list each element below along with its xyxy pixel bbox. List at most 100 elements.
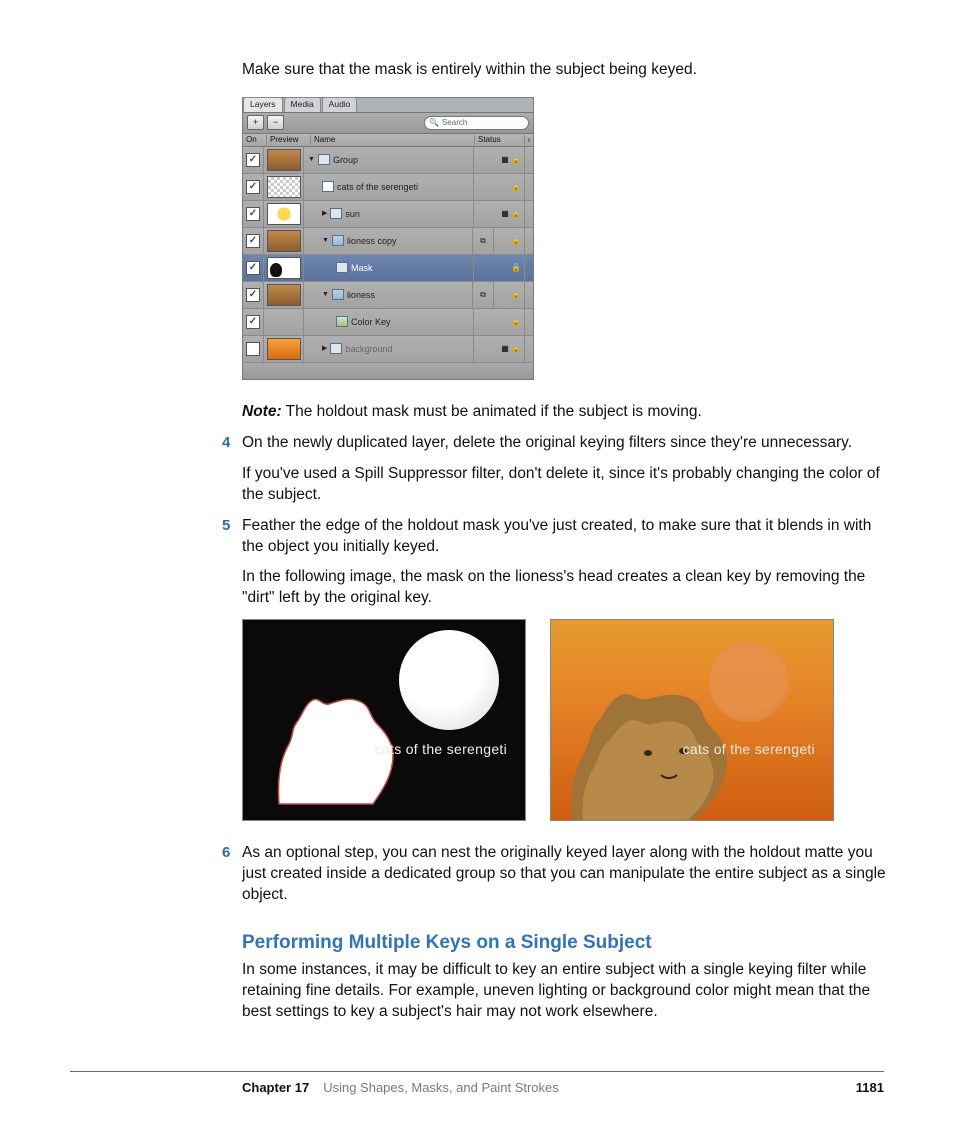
note-label: Note: xyxy=(242,403,282,420)
text-icon xyxy=(322,181,334,192)
checkbox[interactable]: ✓ xyxy=(246,261,260,275)
checkbox[interactable]: ✓ xyxy=(246,153,260,167)
result-images-row: cats of the serengeti cats of the sereng… xyxy=(242,619,892,821)
row-group[interactable]: ✓ ▼ Group ▦ 🔒 xyxy=(243,147,533,174)
row-sun[interactable]: ✓ ▶ sun ▦ 🔒 xyxy=(243,201,533,228)
stack-icon: ▦ xyxy=(501,210,509,218)
thumb-mask xyxy=(267,257,301,279)
disclosure-triangle-icon[interactable]: ▶ xyxy=(322,344,327,353)
checkbox[interactable]: ✓ xyxy=(246,234,260,248)
chapter-title: Using Shapes, Masks, and Paint Strokes xyxy=(323,1080,559,1095)
stack-icon: ▦ xyxy=(501,156,509,164)
row-background[interactable]: ▶ background ▦ 🔒 xyxy=(243,336,533,363)
content-column: Make sure that the mask is entirely with… xyxy=(242,60,892,1022)
row-color-key[interactable]: ✓ Color Key 🔒 xyxy=(243,309,533,336)
page-footer: Chapter 17 Using Shapes, Masks, and Pain… xyxy=(70,1071,884,1095)
checkbox[interactable]: ✓ xyxy=(246,288,260,302)
lock-icon: 🔒 xyxy=(512,210,520,218)
checkbox[interactable]: ✓ xyxy=(246,180,260,194)
thumb-group xyxy=(267,149,301,171)
result-image-composite: cats of the serengeti xyxy=(550,619,834,821)
note-paragraph: Note: The holdout mask must be animated … xyxy=(242,402,892,423)
thumb-sun xyxy=(267,203,301,225)
row-label: background xyxy=(345,343,392,355)
page-number: 1181 xyxy=(856,1080,884,1095)
intro-paragraph: Make sure that the mask is entirely with… xyxy=(242,60,892,81)
step-number: 5 xyxy=(222,516,230,536)
disclosure-triangle-icon[interactable]: ▶ xyxy=(322,209,327,218)
row-title-text[interactable]: ✓ cats of the serengeti 🔒 xyxy=(243,174,533,201)
section-heading: Performing Multiple Keys on a Single Sub… xyxy=(242,930,892,956)
lock-icon: 🔒 xyxy=(512,264,520,272)
step-4-p2: If you've used a Spill Suppressor filter… xyxy=(242,464,892,506)
search-field[interactable]: 🔍 Search xyxy=(424,116,529,130)
row-lioness-copy[interactable]: ✓ ▼ lioness copy ⧉ 🔒 xyxy=(243,228,533,255)
step-6: 6 As an optional step, you can nest the … xyxy=(242,843,892,906)
col-preview: Preview xyxy=(267,135,311,146)
row-label: Mask xyxy=(351,262,373,274)
col-on: On xyxy=(243,135,267,146)
col-expand: › xyxy=(525,135,533,146)
lock-icon: 🔒 xyxy=(512,345,520,353)
step-number: 4 xyxy=(222,433,230,453)
step-5-p1: Feather the edge of the holdout mask you… xyxy=(242,516,892,558)
result-caption: cats of the serengeti xyxy=(375,740,507,759)
group-icon xyxy=(330,343,342,354)
col-status: Status xyxy=(475,135,525,146)
search-icon: 🔍 xyxy=(429,118,439,129)
checkbox[interactable]: ✓ xyxy=(246,207,260,221)
step-6-p1: As an optional step, you can nest the or… xyxy=(242,843,892,906)
row-label: Group xyxy=(333,154,358,166)
thumb-text xyxy=(267,176,301,198)
checkbox[interactable]: ✓ xyxy=(246,315,260,329)
tab-layers[interactable]: Layers xyxy=(243,97,283,111)
lock-icon: 🔒 xyxy=(512,183,520,191)
remove-button[interactable]: − xyxy=(267,115,284,130)
disclosure-triangle-icon[interactable]: ▼ xyxy=(322,236,329,245)
row-label: Color Key xyxy=(351,316,391,328)
thumb-lioness xyxy=(267,284,301,306)
filter-icon xyxy=(336,316,348,327)
image-icon xyxy=(332,235,344,246)
section-body: In some instances, it may be difficult t… xyxy=(242,960,892,1023)
panel-footer xyxy=(243,363,533,379)
step-4-p1: On the newly duplicated layer, delete th… xyxy=(242,433,892,454)
thumb-lioness-copy xyxy=(267,230,301,252)
result-caption: cats of the serengeti xyxy=(683,740,815,759)
tab-media[interactable]: Media xyxy=(284,97,321,111)
group-icon xyxy=(318,154,330,165)
sun-circle xyxy=(399,630,499,730)
disclosure-triangle-icon[interactable]: ▼ xyxy=(308,155,315,164)
row-mask[interactable]: ✓ Mask 🔒 xyxy=(243,255,533,282)
search-placeholder: Search xyxy=(442,118,467,129)
tab-audio[interactable]: Audio xyxy=(322,97,358,111)
lock-icon: 🔒 xyxy=(512,318,520,326)
panel-toolbar: + − 🔍 Search xyxy=(243,113,533,134)
thumb-background xyxy=(267,338,301,360)
panel-column-headers: On Preview Name Status › xyxy=(243,134,533,147)
add-button[interactable]: + xyxy=(247,115,264,130)
step-4: 4 On the newly duplicated layer, delete … xyxy=(242,433,892,506)
row-label: lioness xyxy=(347,289,375,301)
link-icon: ⧉ xyxy=(480,236,486,247)
disclosure-triangle-icon[interactable]: ▼ xyxy=(322,290,329,299)
row-label: cats of the serengeti xyxy=(337,181,418,193)
result-image-mask: cats of the serengeti xyxy=(242,619,526,821)
step-5-p2: In the following image, the mask on the … xyxy=(242,567,892,609)
panel-tabs: Layers Media Audio xyxy=(243,98,533,113)
lock-icon: 🔒 xyxy=(512,237,520,245)
layers-panel: Layers Media Audio + − 🔍 Search On Previ… xyxy=(242,97,534,380)
group-icon xyxy=(330,208,342,219)
row-label: lioness copy xyxy=(347,235,397,247)
checkbox[interactable] xyxy=(246,342,260,356)
step-5: 5 Feather the edge of the holdout mask y… xyxy=(242,516,892,610)
row-label: sun xyxy=(345,208,360,220)
link-icon: ⧉ xyxy=(480,290,486,301)
image-icon xyxy=(332,289,344,300)
step-number: 6 xyxy=(222,843,230,863)
col-name: Name xyxy=(311,135,475,146)
page: Make sure that the mask is entirely with… xyxy=(0,0,954,1145)
lock-icon: 🔒 xyxy=(512,291,520,299)
mask-icon xyxy=(336,262,348,273)
row-lioness[interactable]: ✓ ▼ lioness ⧉ 🔒 xyxy=(243,282,533,309)
